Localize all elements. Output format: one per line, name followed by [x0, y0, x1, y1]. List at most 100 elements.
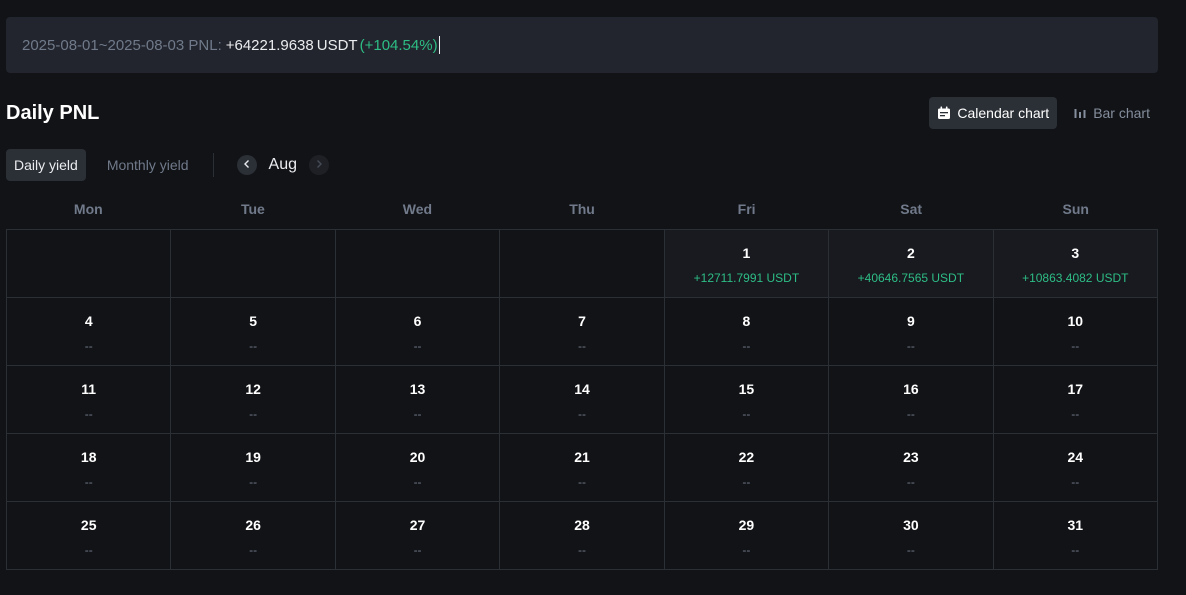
summary-pnl-unit: USDT: [316, 36, 358, 54]
day-pnl-value: --: [906, 543, 915, 557]
weekday-header: Mon Tue Wed Thu Fri Sat Sun: [6, 201, 1158, 217]
day-pnl-value: --: [249, 339, 258, 353]
day-pnl-value: --: [413, 339, 422, 353]
calendar-day-cell[interactable]: 2 +40646.7565 USDT: [829, 230, 994, 298]
chevron-left-icon: [242, 156, 252, 174]
calendar-day-cell[interactable]: 21 --: [500, 434, 665, 502]
calendar-day-cell[interactable]: 16 --: [829, 366, 994, 434]
day-number: 23: [903, 449, 919, 465]
calendar-empty-cell: [7, 230, 172, 298]
calendar-day-cell[interactable]: 23 --: [829, 434, 994, 502]
current-month: Aug: [268, 156, 297, 173]
day-number: 25: [80, 517, 97, 533]
weekday-sun: Sun: [1062, 201, 1089, 217]
day-number: 7: [578, 313, 586, 329]
calendar-day-cell[interactable]: 26 --: [171, 502, 336, 570]
day-number: 19: [245, 449, 261, 465]
calendar-day-cell[interactable]: 17 --: [993, 366, 1158, 434]
calendar-day-cell[interactable]: 30 --: [829, 502, 994, 570]
calendar-day-cell[interactable]: 18 --: [7, 434, 172, 502]
day-pnl-value: --: [413, 543, 422, 557]
calendar-day-cell[interactable]: 22 --: [664, 434, 830, 502]
day-number: 12: [245, 381, 261, 397]
calendar-icon: [937, 106, 951, 120]
day-pnl-value: --: [249, 475, 258, 489]
day-number: 13: [409, 381, 426, 397]
calendar-empty-cell: [335, 230, 501, 298]
calendar-day-cell[interactable]: 28 --: [500, 502, 665, 570]
tab-divider: [212, 153, 214, 177]
day-pnl-value: --: [577, 407, 586, 421]
day-number: 11: [81, 381, 97, 397]
pnl-summary-bar: 2025-08-01~2025-08-03 PNL: +64221.9638 U…: [6, 17, 1158, 73]
day-number: 4: [84, 313, 93, 329]
day-number: 1: [742, 245, 751, 261]
day-pnl-value: --: [413, 475, 422, 489]
day-pnl-value: --: [1071, 475, 1080, 489]
calendar-day-cell[interactable]: 20 --: [335, 434, 501, 502]
weekday-tue: Tue: [240, 201, 265, 217]
page-title: Daily PNL: [6, 102, 100, 124]
summary-date-range: 2025-08-01~2025-08-03 PNL:: [22, 36, 222, 54]
day-pnl-value: --: [742, 475, 751, 489]
calendar-day-cell[interactable]: 8 --: [664, 298, 830, 366]
day-pnl-value: --: [84, 407, 93, 421]
day-number: 22: [738, 449, 755, 465]
weekday-sat: Sat: [900, 201, 923, 217]
calendar-day-cell[interactable]: 12 --: [171, 366, 336, 434]
day-pnl-value: --: [906, 475, 915, 489]
calendar-day-cell[interactable]: 15 --: [664, 366, 830, 434]
bar-chart-button[interactable]: Bar chart: [1065, 97, 1158, 129]
calendar-day-cell[interactable]: 13 --: [335, 366, 501, 434]
day-number: 17: [1067, 381, 1084, 397]
text-caret: [438, 36, 440, 54]
day-pnl-value: --: [84, 475, 93, 489]
calendar-day-cell[interactable]: 14 --: [500, 366, 665, 434]
tab-daily-yield[interactable]: Daily yield: [6, 149, 86, 181]
calendar-day-cell[interactable]: 5 --: [171, 298, 336, 366]
day-pnl-value: --: [1071, 543, 1080, 557]
calendar-day-cell[interactable]: 4 --: [7, 298, 172, 366]
summary-pnl-value: +64221.9638: [225, 36, 314, 54]
day-number: 3: [1071, 245, 1080, 261]
calendar-day-cell[interactable]: 10 --: [993, 298, 1158, 366]
day-pnl-value: --: [577, 543, 586, 557]
calendar-day-cell[interactable]: 7 --: [500, 298, 665, 366]
calendar-day-cell[interactable]: 29 --: [664, 502, 830, 570]
calendar-chart-label: Calendar chart: [957, 105, 1050, 121]
day-pnl-value: --: [249, 543, 258, 557]
previous-month-button[interactable]: [236, 155, 257, 175]
calendar-day-cell[interactable]: 19 --: [171, 434, 336, 502]
bar-chart-label: Bar chart: [1093, 105, 1150, 121]
calendar-empty-cell: [171, 230, 336, 298]
bar-chart-icon: [1073, 106, 1087, 120]
calendar-day-cell[interactable]: 6 --: [335, 298, 501, 366]
day-pnl-value: --: [906, 407, 915, 421]
calendar-day-cell[interactable]: 3 +10863.4082 USDT: [993, 230, 1158, 298]
day-number: 28: [574, 517, 590, 533]
calendar-day-cell[interactable]: 31 --: [993, 502, 1158, 570]
day-number: 29: [738, 517, 755, 533]
calendar-day-cell[interactable]: 1 +12711.7991 USDT: [664, 230, 830, 298]
calendar-grid: 1 +12711.7991 USDT 2 +40646.7565 USDT 3 +1086…: [6, 229, 1158, 570]
day-number: 8: [742, 313, 751, 329]
tab-monthly-yield[interactable]: Monthly yield: [99, 149, 197, 181]
day-pnl-value: --: [1071, 339, 1080, 353]
weekday-fri: Fri: [737, 201, 756, 217]
day-pnl-value: --: [577, 339, 586, 353]
calendar-day-cell[interactable]: 9 --: [829, 298, 994, 366]
day-pnl-value: --: [577, 475, 586, 489]
chart-type-toggle: Calendar chart Bar chart: [929, 97, 1158, 129]
calendar-day-cell[interactable]: 24 --: [993, 434, 1158, 502]
day-number: 20: [409, 449, 426, 465]
calendar-day-cell[interactable]: 11 --: [7, 366, 172, 434]
day-number: 31: [1067, 517, 1084, 533]
calendar-chart-button[interactable]: Calendar chart: [929, 97, 1058, 129]
day-pnl-value: +12711.7991 USDT: [693, 271, 800, 285]
day-number: 18: [80, 449, 97, 465]
day-pnl-value: --: [413, 407, 422, 421]
summary-pnl-percent: (+104.54%): [359, 36, 438, 54]
next-month-button[interactable]: [308, 155, 329, 175]
calendar-day-cell[interactable]: 25 --: [7, 502, 172, 570]
calendar-day-cell[interactable]: 27 --: [335, 502, 501, 570]
